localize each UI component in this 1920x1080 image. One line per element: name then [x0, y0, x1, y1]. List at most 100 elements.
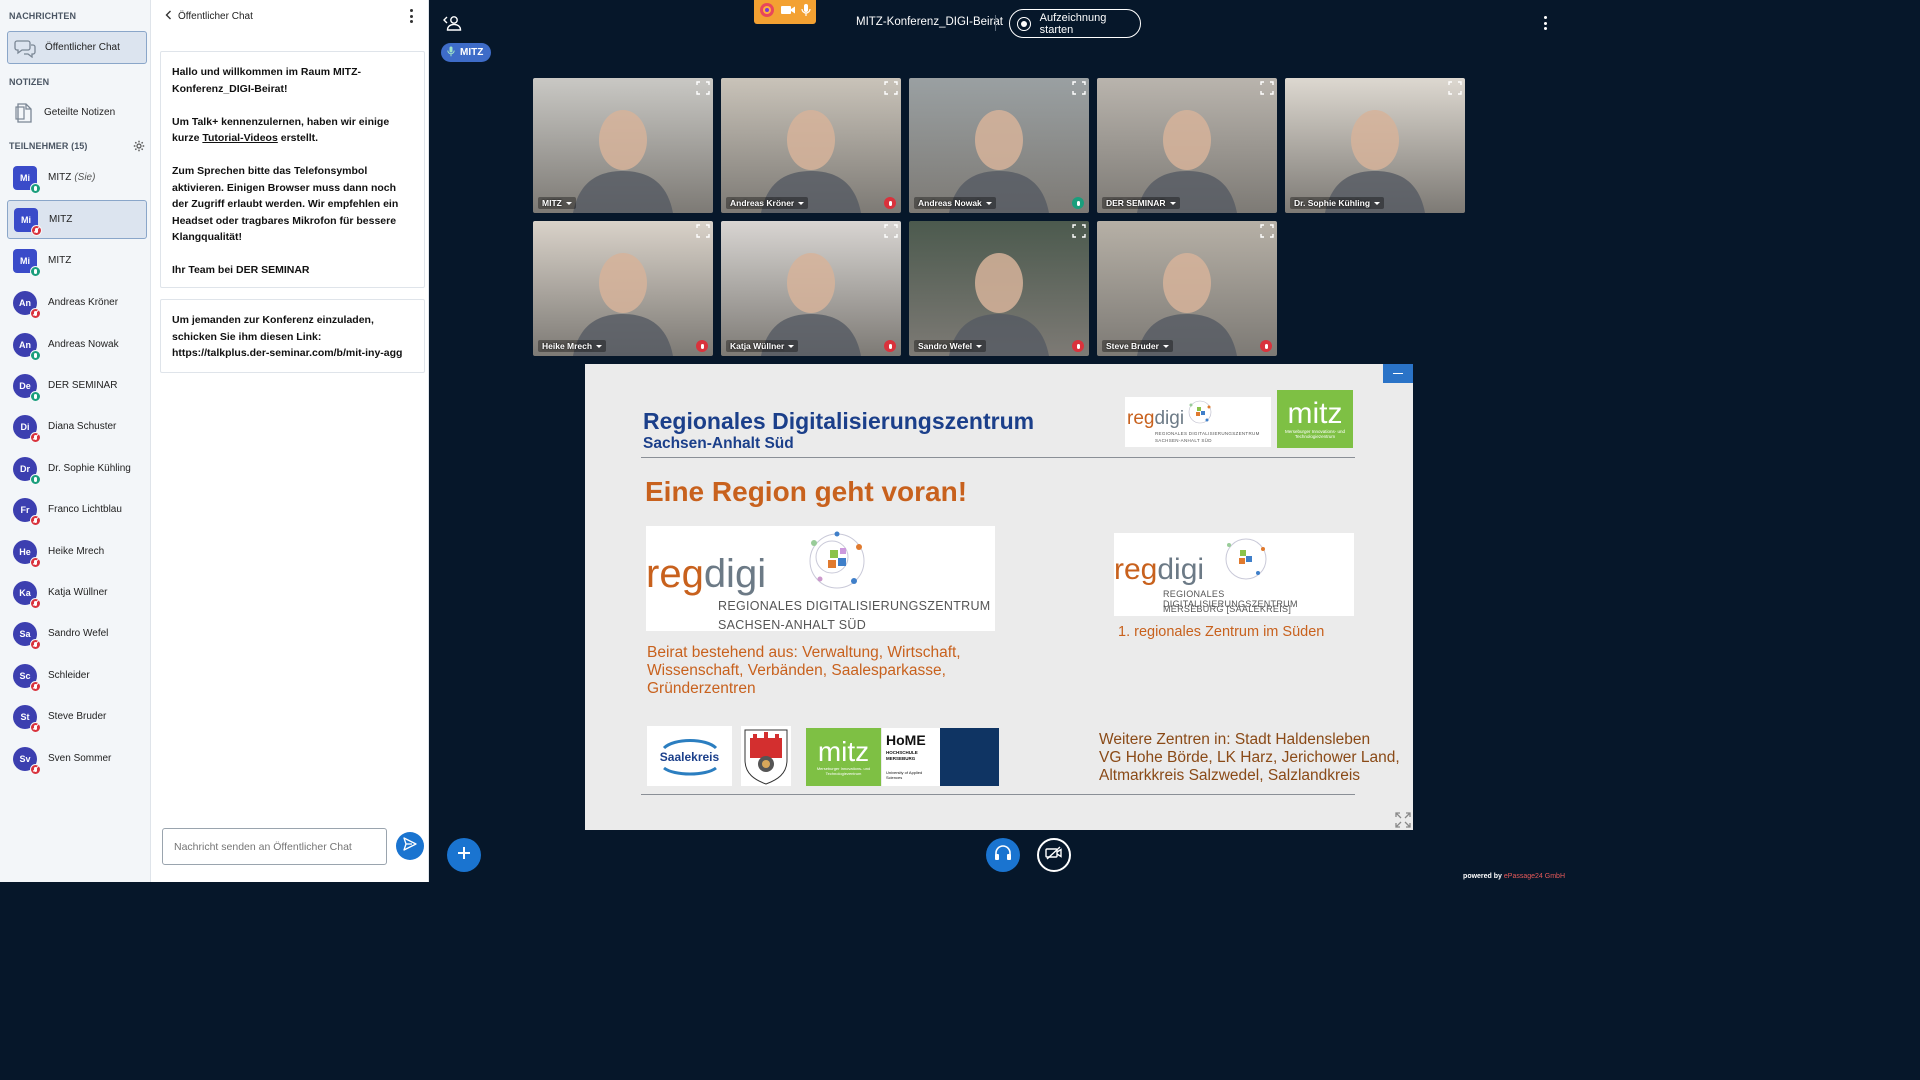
participant-row[interactable]: He Heike Mrech — [7, 532, 147, 571]
microphone-on-icon — [30, 390, 41, 402]
powered-brand: ePassage24 GmbH — [1503, 873, 1565, 880]
participant-row[interactable]: Mi MITZ — [7, 200, 147, 239]
avatar-initials: Sc — [19, 670, 31, 681]
options-menu-icon[interactable] — [1543, 16, 1547, 30]
regdigi-reg-text: reg — [1114, 553, 1158, 586]
participant-row[interactable]: Mi MITZ — [7, 241, 147, 280]
camera-off-button[interactable] — [1037, 838, 1071, 872]
participant-row[interactable]: Di Diana Schuster — [7, 407, 147, 446]
microphone-muted-icon — [30, 307, 41, 319]
fullscreen-icon[interactable] — [884, 224, 898, 238]
participant-name: Sven Sommer — [48, 753, 112, 764]
participant-row[interactable]: De DER SEMINAR — [7, 366, 147, 405]
user-list-toggle-icon[interactable] — [442, 14, 462, 37]
fullscreen-icon[interactable] — [696, 81, 710, 95]
participant-name: Franco Lichtblau — [48, 504, 122, 515]
sidebar-item-public-chat[interactable]: Öffentlicher Chat — [7, 31, 147, 64]
regdigi-caption: SACHSEN-ANHALT SÜD — [1155, 438, 1212, 443]
conference-app: NACHRICHTEN Öffentlicher Chat NOTIZEN Ge… — [0, 0, 1568, 882]
participant-row[interactable]: An Andreas Kröner — [7, 283, 147, 322]
avatar-initials: Mi — [20, 255, 30, 266]
microphone-on-icon — [30, 265, 41, 277]
avatar: Di — [13, 414, 41, 443]
further-centers-line: Weitere Zentren in: Stadt Haldensleben — [1099, 731, 1371, 748]
slide-title: Regionales Digitalisierungszentrum — [643, 408, 1035, 434]
video-user-name[interactable]: DER SEMINAR — [1102, 197, 1180, 209]
chat-message-input[interactable] — [162, 828, 387, 865]
fullscreen-icon[interactable] — [1448, 81, 1462, 95]
video-user-name[interactable]: Steve Bruder — [1102, 340, 1173, 352]
fullscreen-presentation-icon[interactable] — [1395, 812, 1411, 828]
video-tile[interactable]: Katja Wüllner — [721, 221, 901, 356]
send-button[interactable] — [396, 832, 424, 860]
meeting-title: MITZ-Konferenz_DIGI-Beirat — [856, 16, 1003, 28]
sidebar-item-shared-notes[interactable]: Geteilte Notizen — [7, 96, 147, 129]
participant-row[interactable]: Dr Dr. Sophie Kühling — [7, 449, 147, 488]
participant-row[interactable]: Mi MITZ (Sie) — [7, 158, 147, 197]
regdigi-digi-text: digi — [1154, 408, 1185, 429]
video-tile[interactable]: Dr. Sophie Kühling — [1285, 78, 1465, 213]
minimize-presentation-button[interactable] — [1383, 364, 1413, 383]
video-tile[interactable]: DER SEMINAR — [1097, 78, 1277, 213]
video-tile[interactable]: Sandro Wefel — [909, 221, 1089, 356]
record-icon — [1017, 16, 1031, 31]
record-label: Aufzeichnung starten — [1039, 11, 1107, 36]
sidebar-item-label: Geteilte Notizen — [44, 107, 116, 118]
video-tile[interactable]: Andreas Kröner — [721, 78, 901, 213]
video-user-name[interactable]: Sandro Wefel — [914, 340, 987, 352]
participant-name: DER SEMINAR — [48, 380, 118, 391]
participant-row[interactable]: Sa Sandro Wefel — [7, 614, 147, 653]
welcome-line: Zum Sprechen bitte das Telefonsymbol akt… — [172, 165, 399, 243]
participant-row[interactable]: An Andreas Nowak — [7, 325, 147, 364]
avatar-initials: He — [19, 546, 31, 557]
mitz-wordmark: mitz — [1287, 397, 1343, 430]
gear-icon[interactable] — [133, 139, 145, 152]
video-tile[interactable]: MITZ — [533, 78, 713, 213]
actions-plus-button[interactable] — [447, 838, 481, 872]
hochschule-merseburg-logo: HoME HOCHSCHULE MERSEBURG University of … — [882, 728, 999, 786]
fullscreen-icon[interactable] — [1260, 81, 1274, 95]
start-recording-button[interactable]: Aufzeichnung starten — [1009, 9, 1141, 38]
participant-row[interactable]: Sv Sven Sommer — [7, 739, 147, 778]
fullscreen-icon[interactable] — [1260, 224, 1274, 238]
video-user-name[interactable]: Katja Wüllner — [726, 340, 799, 352]
participant-row[interactable]: Ka Katja Wüllner — [7, 573, 147, 612]
regdigi-logo-large: regdigi REGIONALES DIGITALISIERUNGSZENTR… — [646, 526, 995, 632]
microphone-muted-icon — [30, 680, 41, 692]
chat-back-button[interactable]: Öffentlicher Chat — [165, 9, 253, 23]
video-user-name[interactable]: MITZ — [538, 197, 576, 209]
chat-options-icon[interactable] — [409, 9, 413, 23]
video-user-name[interactable]: Heike Mrech — [538, 340, 607, 352]
video-user-name[interactable]: Dr. Sophie Kühling — [1290, 197, 1385, 209]
avatar-initials: An — [19, 297, 31, 308]
microphone-on-icon — [30, 473, 41, 485]
microphone-muted-icon — [696, 340, 708, 352]
fullscreen-icon[interactable] — [1072, 81, 1086, 95]
video-user-name[interactable]: Andreas Nowak — [914, 197, 996, 209]
fullscreen-icon[interactable] — [884, 81, 898, 95]
video-tile[interactable]: Heike Mrech — [533, 221, 713, 356]
webcam-feed-icon — [573, 253, 673, 356]
microphone-muted-icon — [884, 340, 896, 352]
fullscreen-icon[interactable] — [1072, 224, 1086, 238]
video-user-name[interactable]: Andreas Kröner — [726, 197, 809, 209]
tutorial-videos-link[interactable]: Tutorial-Videos — [202, 132, 277, 144]
plus-icon — [457, 846, 471, 865]
avatar-initials: Dr — [19, 463, 30, 474]
participant-name: Dr. Sophie Kühling — [48, 463, 131, 474]
microphone-icon — [447, 46, 455, 60]
video-tile[interactable]: Andreas Nowak — [909, 78, 1089, 213]
participant-row[interactable]: Fr Franco Lichtblau — [7, 490, 147, 529]
welcome-message: Hallo und willkommen im Raum MITZ-Konfer… — [160, 51, 425, 288]
browser-sharing-indicator — [754, 0, 816, 24]
slide-divider — [641, 794, 1355, 795]
audio-headphones-button[interactable] — [986, 838, 1020, 872]
participant-row[interactable]: Sc Schleider — [7, 656, 147, 695]
mitz-logo-small: mitz Merseburger Innovations- und Techno… — [806, 728, 881, 786]
participant-row[interactable]: St Steve Bruder — [7, 697, 147, 736]
video-tile[interactable]: Steve Bruder — [1097, 221, 1277, 356]
first-center-text: 1. regionales Zentrum im Süden — [1118, 624, 1325, 640]
avatar: Sv — [13, 746, 41, 775]
avatar: Mi — [13, 248, 41, 277]
fullscreen-icon[interactable] — [696, 224, 710, 238]
